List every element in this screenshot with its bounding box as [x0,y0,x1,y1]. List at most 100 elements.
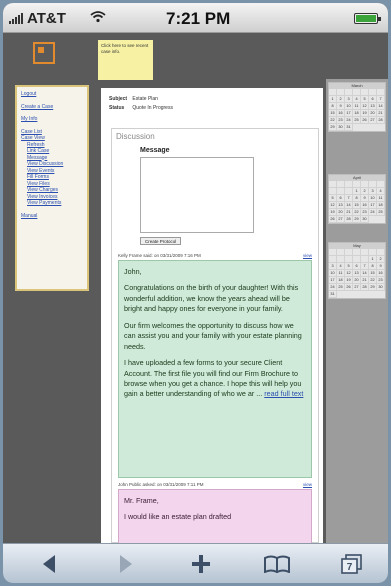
calendar-day[interactable]: 9 [377,263,385,270]
calendar-day[interactable]: 24 [345,117,353,124]
calendar-day[interactable]: 27 [353,284,361,291]
calendar-day[interactable]: 31 [329,291,337,298]
calendar-day[interactable]: 18 [337,277,345,284]
create-button[interactable]: Create Protocol [140,237,182,245]
view-link[interactable]: view [303,482,312,487]
calendar-day[interactable]: 9 [361,195,369,202]
calendar-day[interactable]: 26 [361,117,369,124]
sticky-note[interactable]: Click here to see recent case info. [98,40,153,80]
calendar-day[interactable]: 19 [345,277,353,284]
pages-icon[interactable]: 7 [339,552,365,576]
calendar-day[interactable]: 11 [337,270,345,277]
calendar-day[interactable]: 24 [329,284,337,291]
calendar-day[interactable]: 7 [377,96,385,103]
calendar-day[interactable]: 12 [361,103,369,110]
calendar-day[interactable]: 23 [361,209,369,216]
forward-icon[interactable] [114,552,138,576]
calendar-day[interactable]: 22 [353,209,361,216]
calendar-day[interactable]: 21 [377,110,385,117]
calendar-day[interactable]: 18 [377,202,385,209]
message-textarea[interactable] [140,157,254,233]
calendar-day[interactable]: 20 [353,277,361,284]
calendar-day[interactable]: 24 [369,209,377,216]
calendar-day[interactable]: 29 [353,216,361,223]
calendar-day[interactable]: 15 [369,270,377,277]
calendar-day[interactable]: 19 [361,110,369,117]
calendar-day[interactable]: 28 [361,284,369,291]
calendar-day[interactable]: 1 [353,188,361,195]
calendar-day[interactable]: 19 [329,209,337,216]
calendar-day[interactable]: 13 [337,202,345,209]
calendar-day[interactable]: 3 [345,96,353,103]
calendar-day[interactable]: 23 [337,117,345,124]
calendar-day[interactable]: 8 [329,103,337,110]
calendar-day[interactable]: 15 [353,202,361,209]
calendar-day[interactable]: 2 [337,96,345,103]
firm-logo[interactable] [33,42,55,64]
calendar-day[interactable]: 30 [377,284,385,291]
calendar-day[interactable]: 27 [369,117,377,124]
calendar-day[interactable]: 30 [337,124,345,131]
calendar-day[interactable]: 1 [369,256,377,263]
calendar-day[interactable]: 20 [369,110,377,117]
calendar-day[interactable]: 12 [345,270,353,277]
calendar-day[interactable]: 21 [345,209,353,216]
back-icon[interactable] [37,552,61,576]
calendar-day[interactable]: 26 [345,284,353,291]
calendar-day[interactable]: 4 [377,188,385,195]
web-viewport[interactable]: Click here to see recent case info. Logo… [3,33,388,544]
calendar-day[interactable]: 13 [353,270,361,277]
calendar-day[interactable]: 28 [377,117,385,124]
add-icon[interactable] [189,552,213,576]
calendar-day[interactable]: 11 [377,195,385,202]
calendar-day[interactable]: 1 [329,96,337,103]
calendar-day[interactable]: 8 [353,195,361,202]
calendar-day[interactable]: 26 [329,216,337,223]
calendar-day[interactable]: 17 [329,277,337,284]
calendar-day[interactable]: 25 [353,117,361,124]
calendar-day[interactable]: 27 [337,216,345,223]
calendar-day[interactable]: 13 [369,103,377,110]
calendar-day[interactable]: 12 [329,202,337,209]
calendar-day[interactable]: 3 [329,263,337,270]
calendar-day[interactable]: 7 [361,263,369,270]
calendar-day[interactable]: 14 [361,270,369,277]
calendar-day[interactable]: 5 [361,96,369,103]
calendar-day[interactable]: 2 [377,256,385,263]
calendar-day[interactable]: 29 [369,284,377,291]
calendar-day[interactable]: 5 [345,263,353,270]
calendar-day[interactable]: 22 [329,117,337,124]
calendar-day[interactable]: 16 [377,270,385,277]
calendar-day[interactable]: 7 [345,195,353,202]
calendar-day[interactable]: 30 [361,216,369,223]
bookmarks-icon[interactable] [262,552,292,576]
calendar-day[interactable]: 16 [361,202,369,209]
calendar-day[interactable]: 11 [353,103,361,110]
calendar-day[interactable]: 4 [353,96,361,103]
calendar-day[interactable]: 5 [329,195,337,202]
calendar-day[interactable]: 23 [377,277,385,284]
calendar-day[interactable]: 21 [361,277,369,284]
calendar-day[interactable]: 6 [369,96,377,103]
calendar-day[interactable]: 3 [369,188,377,195]
calendar-day[interactable]: 20 [337,209,345,216]
read-full-text-link[interactable]: read full text [264,389,303,398]
calendar-day[interactable]: 17 [369,202,377,209]
calendar-day[interactable]: 29 [329,124,337,131]
view-link[interactable]: view [303,253,312,258]
calendar-day[interactable]: 17 [345,110,353,117]
calendar-day[interactable]: 8 [369,263,377,270]
calendar-day[interactable]: 25 [377,209,385,216]
calendar-day[interactable]: 14 [345,202,353,209]
calendar-day[interactable]: 6 [337,195,345,202]
calendar-day[interactable]: 10 [345,103,353,110]
calendar-day[interactable]: 15 [329,110,337,117]
calendar-day[interactable]: 9 [337,103,345,110]
menu-manual[interactable]: Manual [21,213,83,220]
calendar-day[interactable]: 22 [369,277,377,284]
calendar-day[interactable]: 28 [345,216,353,223]
calendar-day[interactable]: 14 [377,103,385,110]
calendar-day[interactable]: 4 [337,263,345,270]
calendar-day[interactable]: 6 [353,263,361,270]
calendar-day[interactable]: 25 [337,284,345,291]
